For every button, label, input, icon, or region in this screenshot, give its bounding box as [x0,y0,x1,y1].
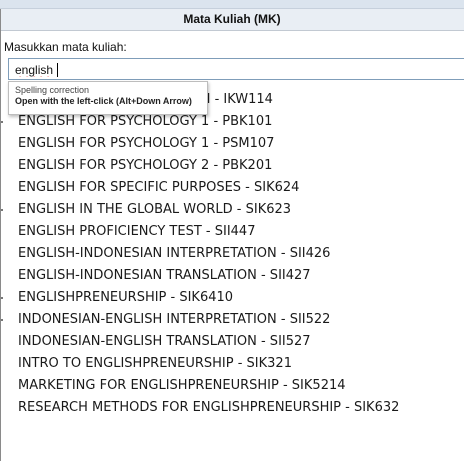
list-item[interactable]: ENGLISHPRENEURSHIP - SIK6410 [0,287,464,309]
spelling-correction-tooltip[interactable]: Spelling correction Open with the left-c… [8,81,208,115]
list-item[interactable]: INDONESIAN-ENGLISH INTERPRETATION - SII5… [0,309,464,331]
text-caret [57,63,58,77]
search-prompt-label: Masukkan mata kuliah: [4,40,127,54]
panel-header: Mata Kuliah (MK) [0,9,464,31]
top-band [0,0,464,9]
tooltip-hint: Open with the left-click (Alt+Down Arrow… [15,96,192,106]
list-item[interactable]: ENGLISH FOR SPECIFIC PURPOSES - SIK624 [0,177,464,199]
list-item[interactable]: INDONESIAN-ENGLISH TRANSLATION - SII527 [0,331,464,353]
search-input[interactable] [15,62,455,78]
list-item[interactable]: ENGLISH-INDONESIAN INTERPRETATION - SII4… [0,243,464,265]
list-item[interactable]: ENGLISH FOR PSYCHOLOGY 2 - PBK201 [0,155,464,177]
list-item[interactable]: MARKETING FOR ENGLISHPRENEURSHIP - SIK52… [0,375,464,397]
list-item[interactable]: ENGLISH IN THE GLOBAL WORLD - SIK623 [0,199,464,221]
list-item[interactable]: ENGLISH-INDONESIAN TRANSLATION - SII427 [0,265,464,287]
results-list: ENGLISH FOR ORGANIZATION - IKW114 ENGLIS… [0,89,464,419]
list-item[interactable]: INTRO TO ENGLISHPRENEURSHIP - SIK321 [0,353,464,375]
list-item[interactable]: ENGLISH PROFICIENCY TEST - SII447 [0,221,464,243]
list-item[interactable]: RESEARCH METHODS FOR ENGLISHPRENEURSHIP … [0,397,464,419]
search-box[interactable] [8,58,464,80]
list-item[interactable]: ENGLISH FOR PSYCHOLOGY 1 - PSM107 [0,133,464,155]
tooltip-title: Spelling correction [15,85,90,95]
